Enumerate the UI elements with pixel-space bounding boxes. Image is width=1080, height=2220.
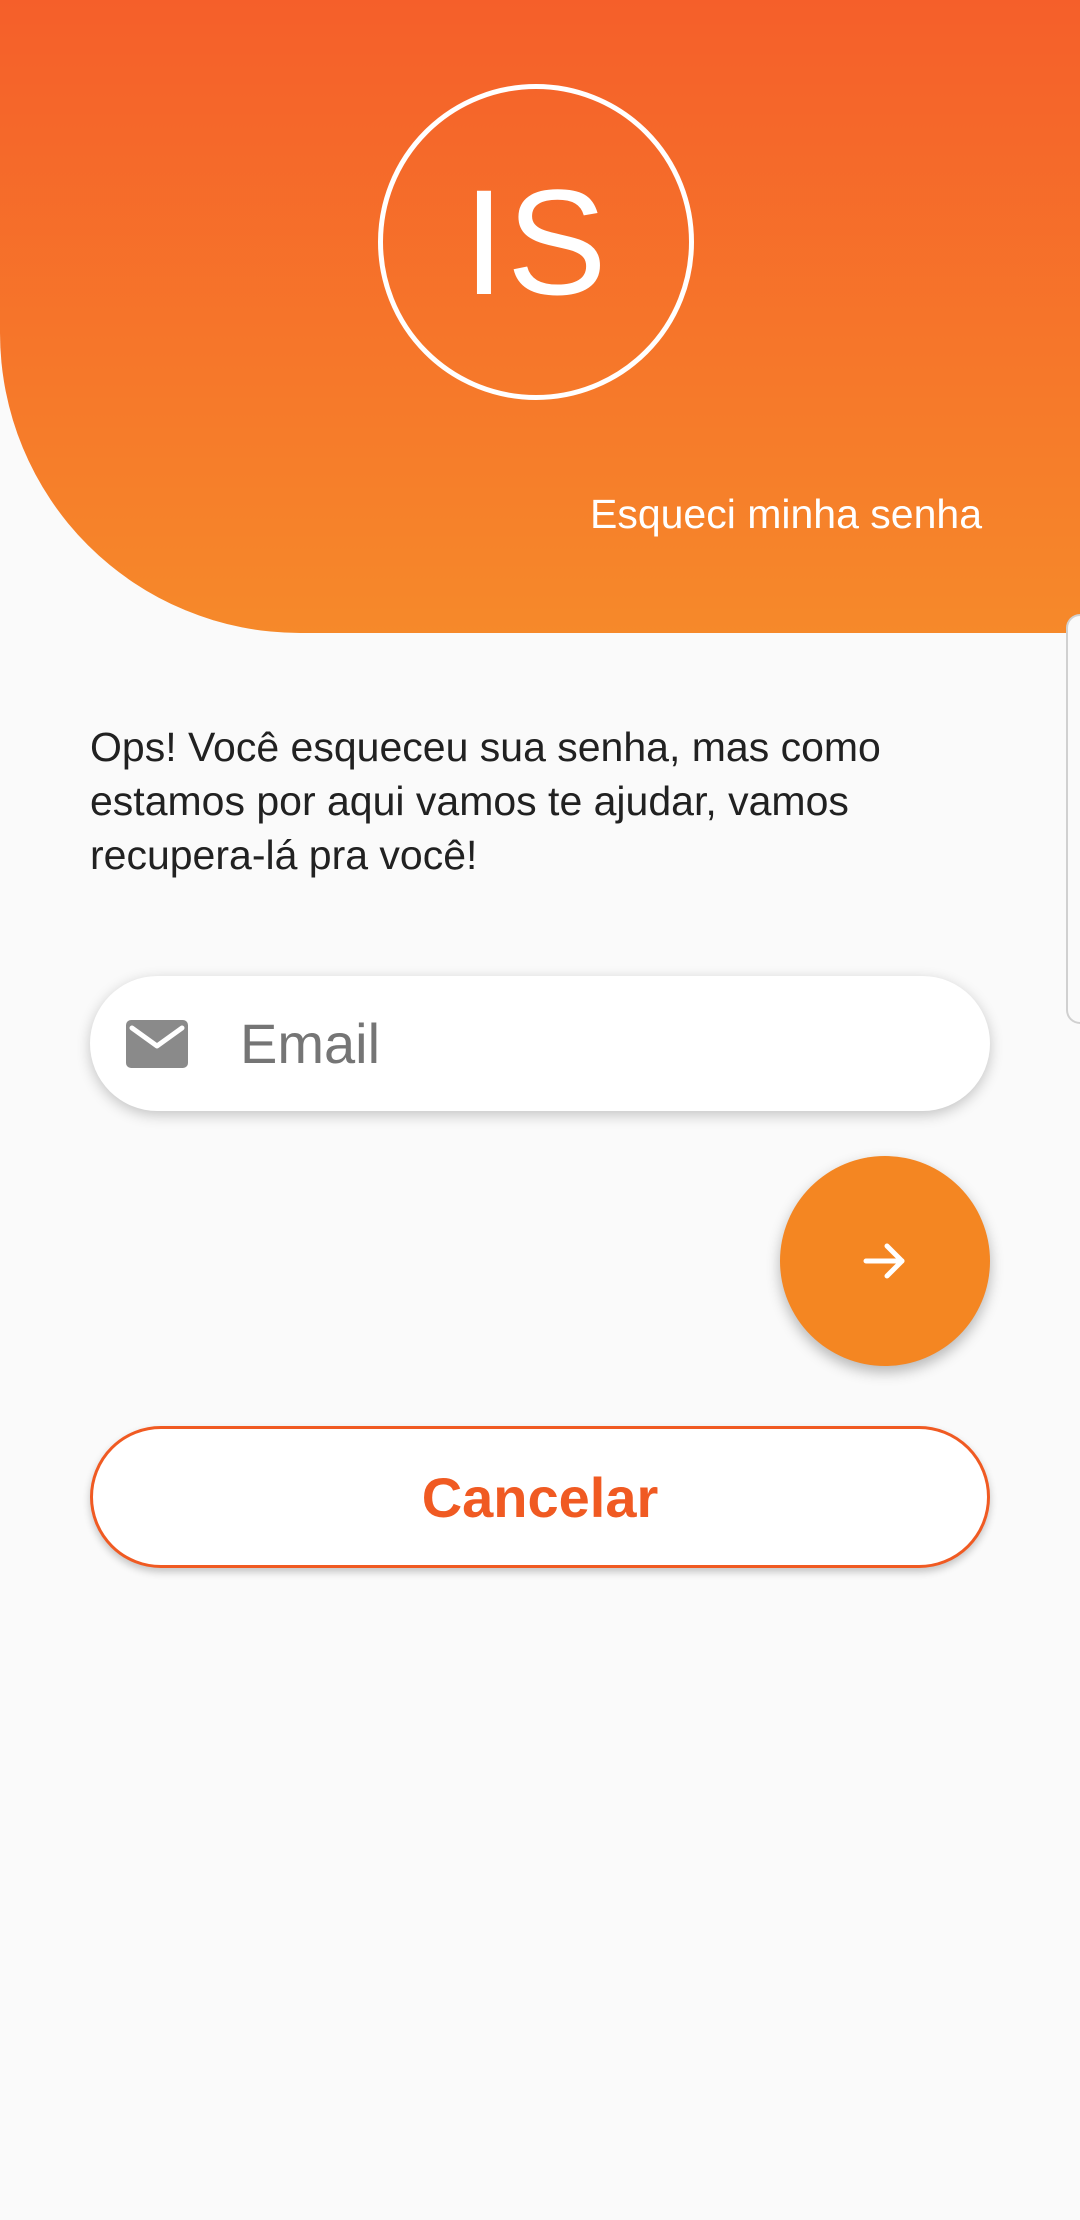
- submit-button[interactable]: [780, 1156, 990, 1366]
- logo-text: IS: [463, 157, 609, 326]
- logo-avatar: IS: [378, 84, 694, 400]
- email-field[interactable]: [90, 976, 990, 1111]
- header-banner: IS Esqueci minha senha: [0, 0, 1080, 633]
- edge-panel-handle[interactable]: [1066, 614, 1080, 1024]
- help-message: Ops! Você esqueceu sua senha, mas como e…: [90, 724, 881, 878]
- arrow-right-icon: [863, 1243, 905, 1279]
- mail-icon: [126, 1020, 188, 1068]
- email-input[interactable]: [240, 976, 940, 1111]
- cancel-button-label: Cancelar: [421, 1465, 659, 1529]
- cancel-button[interactable]: Cancelar: [90, 1426, 990, 1568]
- page-title: Esqueci minha senha: [589, 491, 982, 537]
